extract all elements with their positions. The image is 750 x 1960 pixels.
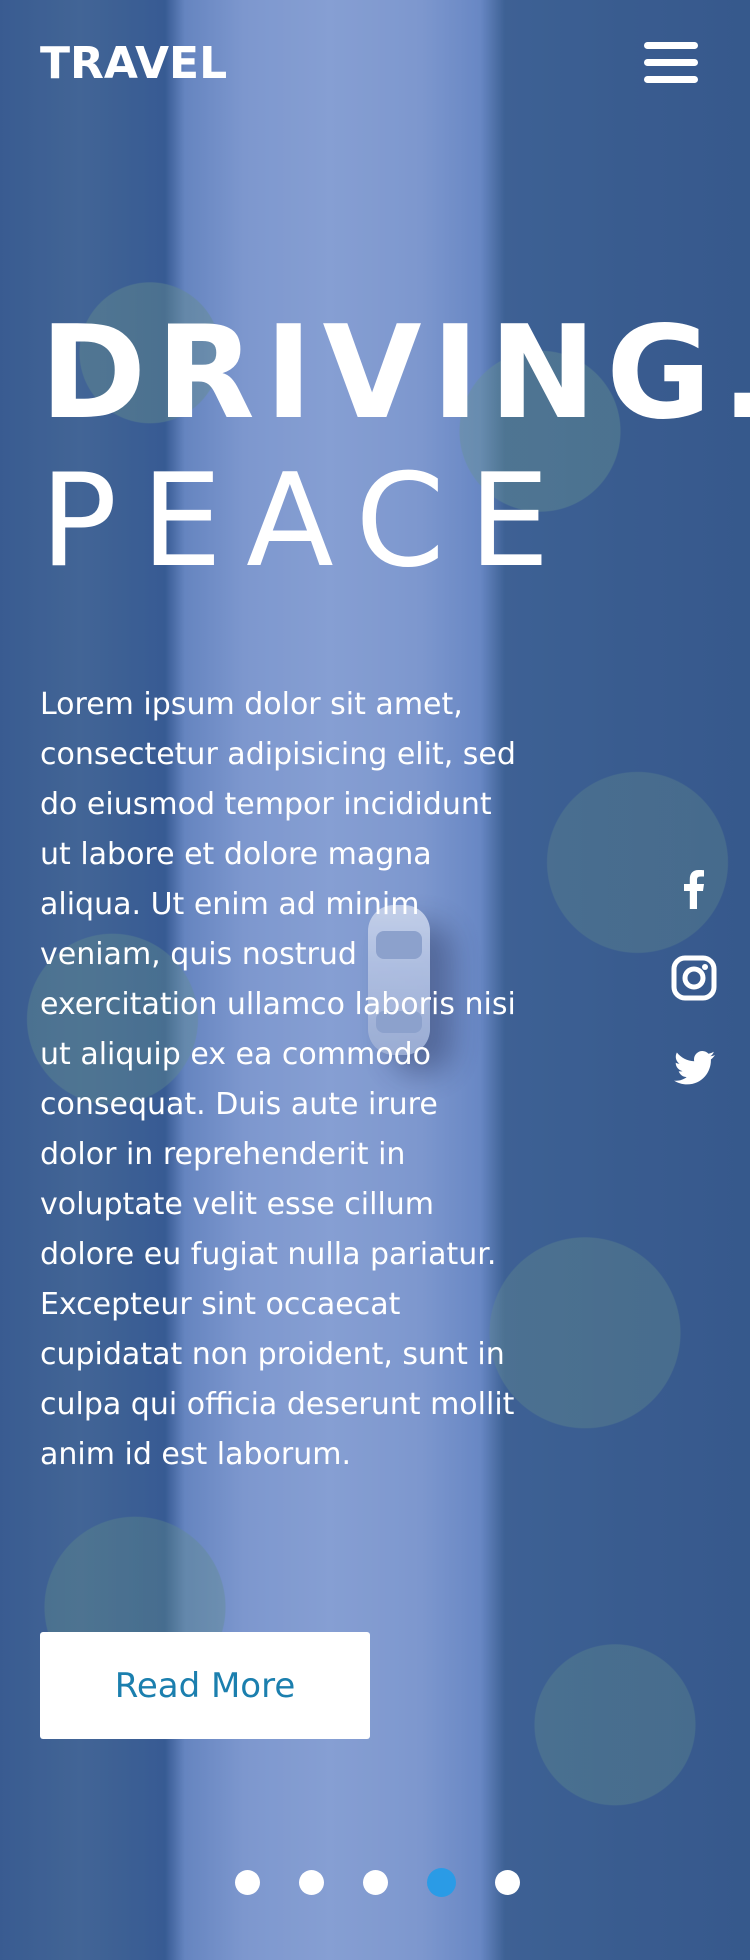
menu-bar xyxy=(644,76,698,83)
carousel-dot[interactable] xyxy=(495,1870,520,1895)
hero-body-text: Lorem ipsum dolor sit amet, consectetur … xyxy=(40,687,516,1472)
facebook-icon[interactable] xyxy=(668,862,720,914)
carousel-dot-active[interactable] xyxy=(427,1868,456,1897)
headline-line-2: PEACE xyxy=(40,447,574,596)
hero-section: TRAVEL DRIVING. PEACE Lorem ipsum dolor … xyxy=(0,0,750,1960)
menu-bar xyxy=(644,59,698,66)
social-links xyxy=(668,862,720,1132)
instagram-icon[interactable] xyxy=(668,952,720,1004)
carousel-dot[interactable] xyxy=(299,1870,324,1895)
twitter-glyph xyxy=(674,1051,715,1085)
hero-headline: DRIVING. PEACE xyxy=(40,310,750,586)
headline-line-1: DRIVING. xyxy=(40,299,750,448)
carousel-dot[interactable] xyxy=(235,1870,260,1895)
carousel-dot[interactable] xyxy=(363,1870,388,1895)
menu-bar xyxy=(644,42,698,49)
facebook-glyph xyxy=(684,870,704,909)
instagram-glyph xyxy=(671,955,717,1001)
carousel-pagination xyxy=(235,1868,520,1897)
twitter-icon[interactable] xyxy=(668,1042,720,1094)
brand-logo[interactable]: TRAVEL xyxy=(40,38,227,89)
hamburger-menu-icon[interactable] xyxy=(644,42,698,84)
read-more-button[interactable]: Read More xyxy=(40,1632,370,1739)
